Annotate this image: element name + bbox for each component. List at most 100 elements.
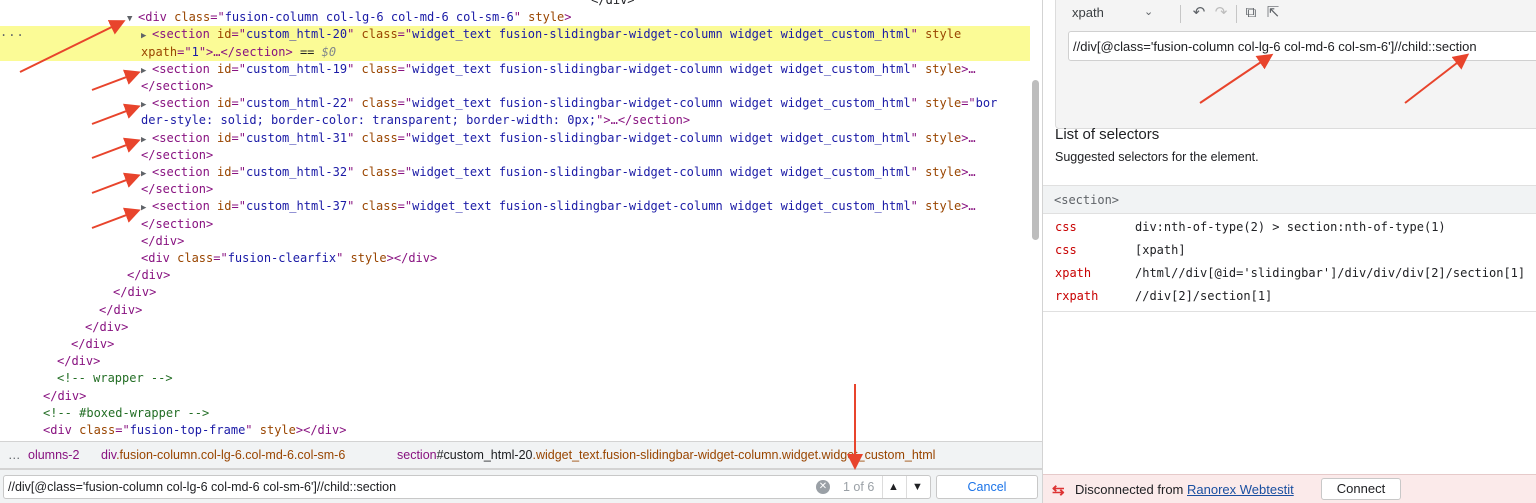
- dom-token: der-style: solid; border-color: transpar…: [141, 113, 597, 128]
- breadcrumb-item-section[interactable]: section#custom_html-20.widget_text.fusio…: [397, 448, 935, 462]
- dom-tree-line[interactable]: </div>: [0, 302, 1030, 319]
- breadcrumb-more-icon[interactable]: …: [8, 448, 21, 462]
- dom-tree-line[interactable]: <!-- wrapper -->: [0, 370, 1030, 387]
- dom-tree-line-content: </div>: [71, 0, 635, 9]
- breadcrumb: … olumns-2 div.fusion-column.col-lg-6.co…: [0, 441, 1042, 469]
- dom-token: >: [564, 10, 572, 25]
- dom-token: fusion-column col-lg-6 col-md-6 col-sm-6: [224, 10, 514, 25]
- selector-row[interactable]: css div:nth-of-type(2) > section:nth-of-…: [1043, 216, 1536, 239]
- dom-tree-line-content: <!-- wrapper -->: [57, 370, 173, 387]
- dom-tree-line[interactable]: ▶ <section id="custom_html-37" class="wid…: [0, 198, 1030, 215]
- redo-icon[interactable]: ↷: [1212, 3, 1230, 23]
- dom-tree-line[interactable]: <div class="fusion-clearfix" style></div…: [0, 250, 1030, 267]
- dom-token: ": [513, 10, 529, 25]
- toolbar-divider: [1236, 5, 1237, 23]
- dom-tree-line[interactable]: <div class="fusion-top-frame" style></di…: [0, 422, 1030, 439]
- dom-token: >…: [961, 130, 976, 145]
- breadcrumb-item-columns[interactable]: olumns-2: [28, 448, 79, 462]
- clear-search-icon[interactable]: ✕: [816, 480, 830, 494]
- dom-tree-line[interactable]: </section>: [0, 78, 1030, 95]
- dom-token: =": [115, 423, 130, 437]
- dom-token: =": [231, 61, 246, 76]
- dom-tree-line[interactable]: </div>: [0, 353, 1030, 370]
- dom-tree-line[interactable]: </div>: [0, 388, 1030, 405]
- next-match-button[interactable]: ▼: [906, 476, 928, 498]
- breadcrumb-div-tag: div: [101, 448, 117, 462]
- dom-tree-line-content: </div>: [113, 284, 156, 301]
- dom-token: widget_text fusion-slidingbar-widget-col…: [412, 27, 911, 42]
- dom-token: ": [910, 96, 926, 111]
- dom-token: custom_html-20: [245, 27, 348, 42]
- dom-tree-line[interactable]: </div>: [0, 0, 1030, 9]
- dom-token: =": [397, 199, 413, 214]
- dom-token: class: [361, 165, 398, 179]
- collapse-triangle-icon[interactable]: ▶: [141, 97, 152, 112]
- dom-token: </div>: [71, 0, 635, 7]
- dom-tree-scrollbar[interactable]: [1032, 80, 1039, 240]
- dom-token: style: [528, 10, 565, 25]
- cancel-button[interactable]: Cancel: [936, 475, 1038, 499]
- dom-token: </section>: [141, 216, 214, 231]
- selector-type: rxpath: [1055, 289, 1099, 303]
- expand-triangle-icon[interactable]: ▼: [127, 11, 138, 26]
- dom-tree-line[interactable]: ▼ <div class="fusion-column col-lg-6 col-…: [0, 9, 1030, 26]
- dom-token: ": [347, 61, 362, 76]
- query-card: xpath ⌄ ↶ ↷ ⧉ ⇱ //div[@class='fusion-col…: [1055, 0, 1536, 129]
- previous-match-button[interactable]: ▲: [882, 476, 904, 498]
- selectors-table-divider: [1043, 311, 1536, 312]
- selector-row[interactable]: rxpath //div[2]/section[1]: [1043, 285, 1536, 308]
- dom-tree-line[interactable]: ▶ <section id="custom_html-19" class="wid…: [0, 61, 1030, 78]
- dom-tree-line[interactable]: </div>: [0, 284, 1030, 301]
- undo-icon[interactable]: ↶: [1190, 3, 1208, 23]
- dom-tree-line[interactable]: </section>: [0, 216, 1030, 233]
- dom-token: class: [177, 251, 214, 265]
- dom-tree-line-content: </div>: [99, 302, 142, 319]
- breadcrumb-item-div[interactable]: div.fusion-column.col-lg-6.col-md-6.col-…: [101, 448, 345, 462]
- dom-tree-line[interactable]: xpath="1">…</section> == $0: [0, 43, 1030, 61]
- dom-tree-line[interactable]: </div>: [0, 336, 1030, 353]
- dom-token: ": [245, 423, 260, 437]
- copy-icon[interactable]: ⧉: [1242, 3, 1260, 23]
- dom-tree-line[interactable]: ... ▶ <section id="custom_html-20" class="…: [0, 26, 1030, 44]
- dom-token: >…: [961, 199, 976, 214]
- collapse-triangle-icon[interactable]: ▶: [141, 200, 152, 215]
- dom-token: ": [347, 130, 362, 145]
- dom-tree-line[interactable]: </div>: [0, 319, 1030, 336]
- dom-token: ">…</section>: [596, 113, 691, 128]
- collapse-triangle-icon[interactable]: ▶: [141, 63, 152, 78]
- dom-tree-line[interactable]: </section>: [0, 181, 1030, 198]
- dom-tree-line-content: ▶ <section id="custom_html-22" class="wid…: [141, 95, 997, 112]
- dom-token: ": [910, 199, 926, 214]
- ranorex-webtestit-link[interactable]: Ranorex Webtestit: [1187, 482, 1294, 497]
- selector-row[interactable]: xpath /html//div[@id='slidingbar']/div/d…: [1043, 262, 1536, 285]
- collapse-triangle-icon[interactable]: ▶: [141, 166, 152, 181]
- selector-value: //div[2]/section[1]: [1135, 289, 1273, 303]
- search-input[interactable]: //div[@class='fusion-column col-lg-6 col…: [3, 475, 931, 499]
- dom-tree-line-content: </div>: [57, 353, 100, 370]
- dom-tree-line[interactable]: </div>: [0, 233, 1030, 250]
- dom-tree-line[interactable]: </section>: [0, 147, 1030, 164]
- dom-token: =": [397, 96, 413, 111]
- dom-token: ": [347, 96, 362, 111]
- dom-tree-line[interactable]: ▶ <section id="custom_html-31" class="wid…: [0, 130, 1030, 147]
- xpath-query-input[interactable]: //div[@class='fusion-column col-lg-6 col…: [1068, 31, 1536, 61]
- dom-token: 1: [191, 44, 199, 59]
- dom-token: =": [231, 199, 246, 214]
- collapse-triangle-icon[interactable]: ▶: [141, 132, 152, 147]
- dom-tree-line[interactable]: ▶ <section id="custom_html-22" class="wid…: [0, 95, 1030, 112]
- dom-tree-line[interactable]: der-style: solid; border-color: transpar…: [0, 112, 1030, 129]
- mode-select[interactable]: xpath ⌄: [1072, 5, 1162, 27]
- dom-tree-line[interactable]: ▶ <section id="custom_html-32" class="wid…: [0, 164, 1030, 181]
- connect-button[interactable]: Connect: [1321, 478, 1401, 500]
- dom-tree-line[interactable]: <!-- #boxed-wrapper -->: [0, 405, 1030, 422]
- dom-token: =": [231, 165, 246, 179]
- dom-tree-line[interactable]: </div>: [0, 267, 1030, 284]
- collapse-triangle-icon[interactable]: ▶: [141, 28, 152, 43]
- dom-token: custom_html-32: [245, 165, 348, 179]
- dom-token: class: [361, 130, 398, 145]
- dom-token: =": [961, 96, 976, 111]
- dom-token: </div>: [85, 319, 129, 334]
- more-actions-icon[interactable]: ...: [0, 26, 24, 41]
- export-icon[interactable]: ⇱: [1264, 3, 1282, 23]
- selector-row[interactable]: css [xpath]: [1043, 239, 1536, 262]
